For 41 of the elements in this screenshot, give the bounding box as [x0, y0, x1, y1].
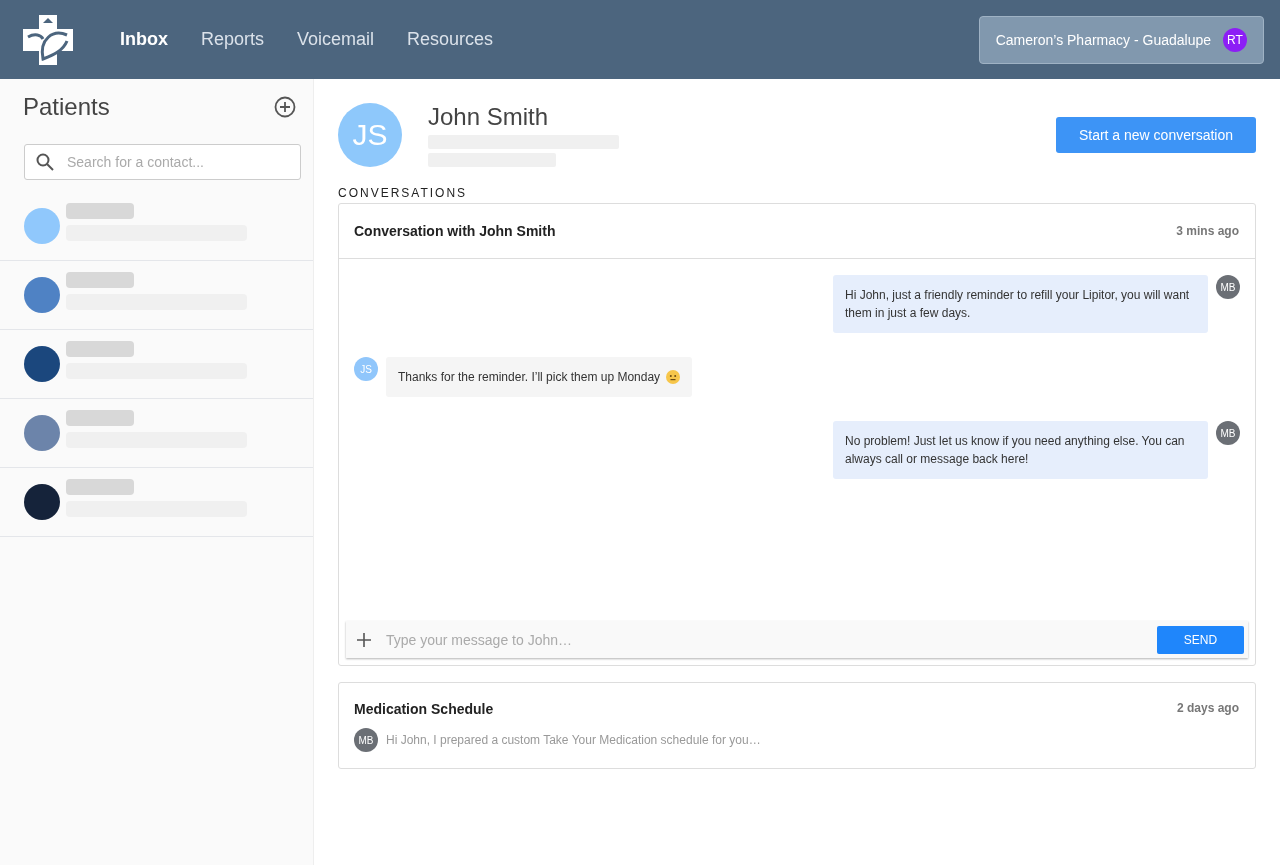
patient-avatar[interactable]	[24, 346, 60, 382]
placeholder-bar	[66, 341, 134, 357]
nav-tab[interactable]: Inbox	[120, 29, 168, 50]
conversation-title: Medication Schedule	[354, 701, 494, 717]
avatar: MB	[1216, 421, 1240, 445]
nav-tab[interactable]: Reports	[201, 29, 265, 50]
account-switcher[interactable]: Cameron’s Pharmacy - Guadalupe RT	[978, 15, 1264, 64]
placeholder-bar	[66, 272, 134, 288]
avatar: MB	[354, 728, 378, 752]
placeholder-bar	[66, 203, 134, 219]
section-heading: CONVERSATIONS	[338, 186, 469, 200]
timestamp: 2 days ago	[1176, 701, 1239, 717]
timestamp: 3 mins ago	[1176, 224, 1239, 238]
plus-icon[interactable]	[356, 631, 372, 648]
logo-icon	[23, 14, 73, 65]
message-bubble: Hi John, just a friendly reminder to refill your Lipitor, you will want them in just a few days.	[833, 275, 1208, 333]
message-input[interactable]: Type your message to John…	[384, 630, 1145, 649]
message-preview: Hi John, I prepared a custom Take Your Medication schedule for you…	[386, 733, 761, 747]
add-icon[interactable]	[273, 95, 297, 119]
conversation-title: Conversation with John Smith	[354, 223, 556, 239]
patient-avatar[interactable]	[24, 484, 60, 520]
avatar: JS	[354, 357, 378, 381]
message-bubble: Thanks for the reminder. I’ll pick them up Monday	[386, 357, 693, 397]
message-bubble: No problem! Just let us know if you need anything else. You can always call or message back here!	[833, 421, 1208, 479]
message-composer[interactable]: Type your message to John… SEND	[346, 621, 1248, 658]
nav-tab[interactable]: Voicemail	[297, 29, 375, 50]
emoji-icon	[666, 370, 681, 384]
contact-name: John Smith	[428, 103, 550, 131]
search-box[interactable]: Search for a contact...	[24, 144, 301, 180]
placeholder-bar	[66, 479, 134, 495]
user-avatar: RT	[1223, 27, 1247, 52]
contact-avatar: JS	[338, 103, 402, 167]
sidebar-title: Patients	[23, 93, 110, 121]
avatar: MB	[1216, 275, 1240, 299]
new-conversation-button[interactable]: Start a new conversation	[1055, 117, 1256, 153]
nav-tab[interactable]: Resources	[407, 29, 494, 50]
conversation-card[interactable]: Medication Schedule 2 days ago MB Hi John, I prepared a custom Take Your Medication schedule for you…	[338, 682, 1256, 769]
placeholder-bar	[66, 410, 134, 426]
send-button[interactable]: SEND	[1157, 625, 1244, 654]
search-icon	[35, 152, 55, 172]
search-field[interactable]: Search for a contact...	[65, 153, 290, 171]
